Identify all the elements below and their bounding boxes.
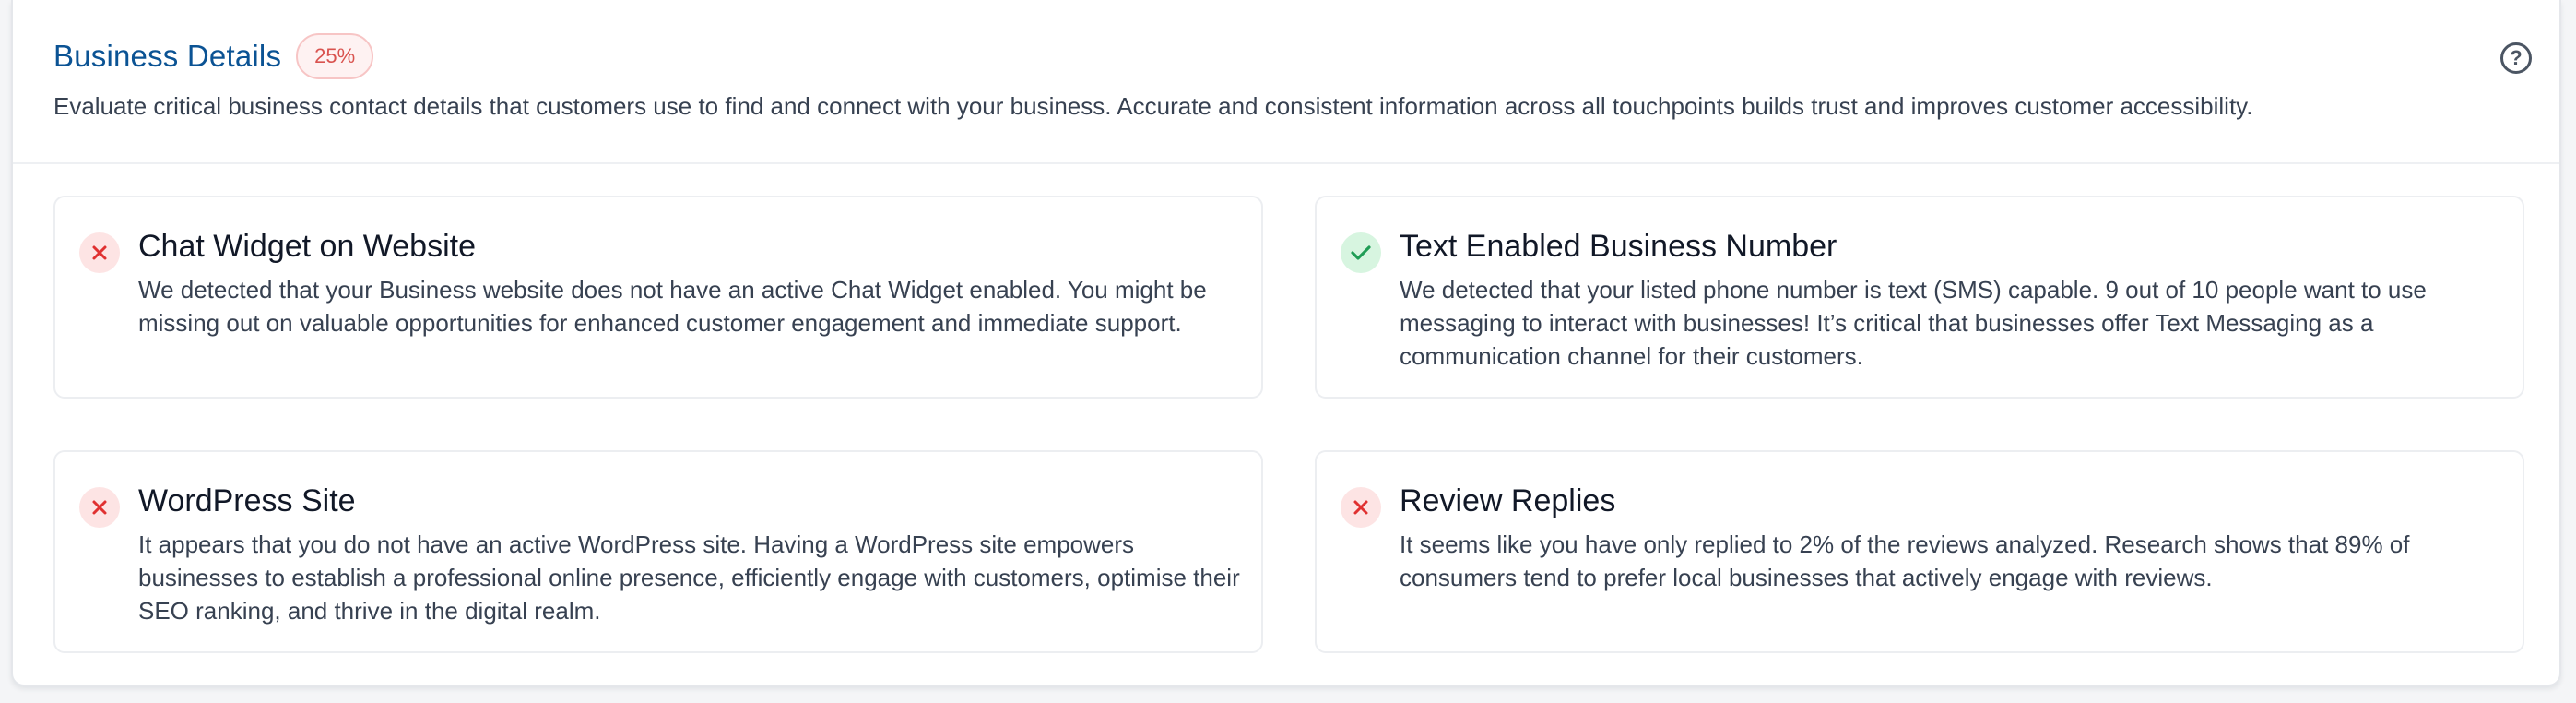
item-title: Chat Widget on Website — [138, 229, 476, 264]
question-circle-icon[interactable]: ? — [2500, 42, 2532, 74]
check-item-text-enabled-number: Text Enabled Business Number We detected… — [1315, 196, 2524, 399]
score-badge: 25% — [296, 33, 374, 79]
check-item-review-replies: Review Replies It seems like you have on… — [1315, 450, 2524, 653]
item-description: It appears that you do not have an activ… — [138, 530, 1240, 625]
x-icon — [79, 232, 120, 273]
x-icon — [1341, 487, 1381, 528]
x-icon — [79, 487, 120, 528]
item-description: We detected that your listed phone numbe… — [1400, 276, 2427, 370]
item-title: Review Replies — [1400, 483, 1616, 518]
section-header: Business Details 25% ? Evaluate critical… — [13, 0, 2559, 164]
item-description: We detected that your Business website d… — [138, 276, 1207, 337]
check-item-chat-widget: Chat Widget on Website We detected that … — [53, 196, 1263, 399]
title-row: Business Details 25% — [53, 33, 374, 79]
check-icon — [1341, 232, 1381, 273]
item-description: It seems like you have only replied to 2… — [1400, 530, 2410, 591]
section-title: Business Details — [53, 39, 282, 73]
item-title: WordPress Site — [138, 483, 356, 518]
item-title: Text Enabled Business Number — [1400, 229, 1837, 264]
business-details-card: Business Details 25% ? Evaluate critical… — [11, 0, 2561, 686]
check-item-wordpress-site: WordPress Site It appears that you do no… — [53, 450, 1263, 653]
section-description: Evaluate critical business contact detai… — [53, 92, 2253, 120]
